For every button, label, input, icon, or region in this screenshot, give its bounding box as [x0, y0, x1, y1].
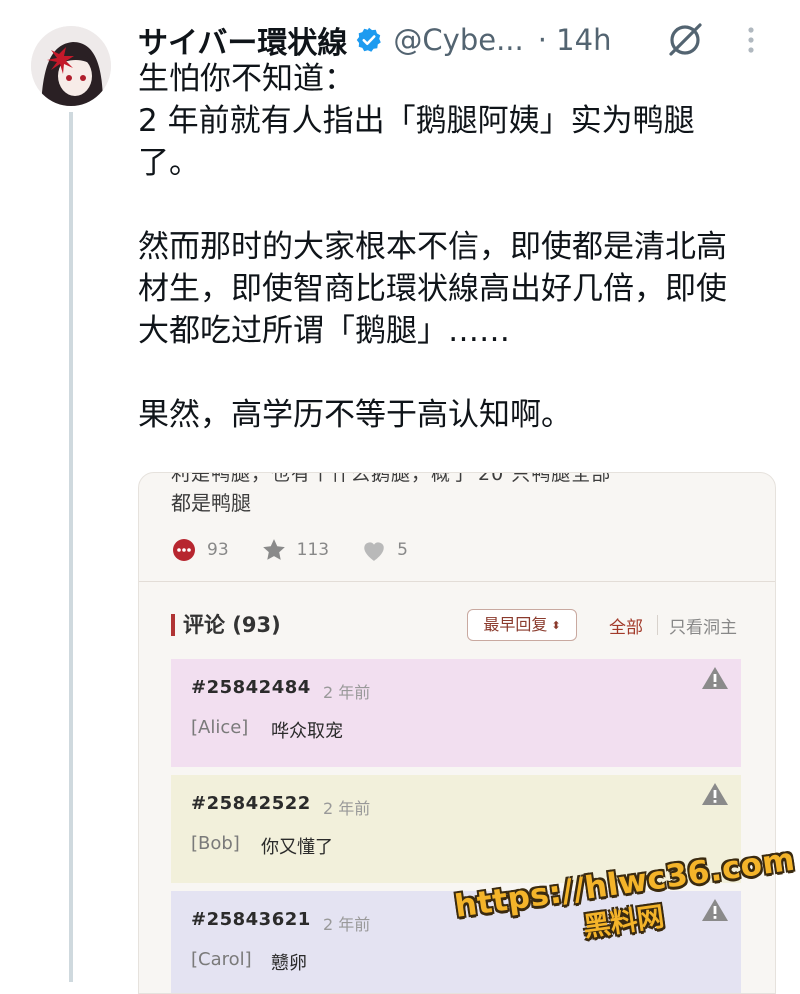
tweet-line-gap — [138, 352, 778, 394]
avatar[interactable] — [31, 26, 111, 106]
post-stats: 93 113 5 — [171, 537, 440, 563]
tweet-text: 生怕你不知道： 2 年前就有人指出「鹅腿阿姨」实为鸭腿 了。 然而那时的大家根本… — [138, 58, 778, 436]
comment-item[interactable]: #25842484 2 年前 [Alice] 哗众取宠 — [171, 659, 741, 767]
tweet-line: 2 年前就有人指出「鹅腿阿姨」实为鸭腿 — [138, 103, 695, 139]
comment-user: [Carol] — [191, 949, 252, 970]
tweet-line: 材生，即使智商比環状線高出好几倍，即使 — [138, 271, 727, 307]
report-warning-icon[interactable] — [701, 665, 729, 691]
sort-arrows-icon: ⬍ — [551, 618, 561, 632]
display-name[interactable]: サイバー環状線 — [138, 18, 347, 62]
tweet-line: 果然，高学历不等于高认知啊。 — [138, 397, 572, 433]
report-warning-icon[interactable] — [701, 781, 729, 807]
accent-bar — [171, 614, 175, 636]
divider — [139, 581, 775, 582]
tab-op-only[interactable]: 只看洞主 — [669, 613, 737, 638]
comments-title: 评论 (93) — [183, 613, 281, 637]
comment-time: 2 年前 — [323, 915, 371, 934]
comment-text: 你又懂了 — [261, 837, 333, 858]
comments-header: 评论 (93) 最早回复 ⬍ 全部 只看洞主 — [171, 609, 747, 643]
comment-user: [Bob] — [191, 833, 240, 854]
comment-text: 哗众取宠 — [271, 721, 343, 742]
tweet-line-gap — [138, 184, 778, 226]
grok-icon[interactable] — [665, 20, 705, 60]
sort-dropdown[interactable]: 最早回复 ⬍ — [467, 609, 577, 641]
like-count-value: 5 — [397, 540, 408, 560]
sort-label: 最早回复 — [483, 615, 548, 634]
comment-count[interactable]: 93 — [171, 537, 229, 563]
comment-bubble-icon — [173, 539, 195, 561]
comment-text: 戆卵 — [271, 953, 307, 974]
thread-line — [69, 112, 73, 982]
tab-separator — [657, 615, 658, 635]
more-options-icon[interactable] — [746, 26, 756, 54]
tab-all[interactable]: 全部 — [609, 613, 643, 638]
tweet-line: 生怕你不知道： — [138, 61, 355, 97]
handle[interactable]: @Cybe... — [393, 23, 523, 57]
verified-badge-icon — [357, 27, 382, 52]
comment-time: 2 年前 — [323, 799, 371, 818]
star-count-value: 113 — [296, 540, 330, 560]
star-icon — [262, 539, 285, 560]
comment-id: #25843621 — [191, 909, 311, 930]
comment-id: #25842484 — [191, 677, 311, 698]
timestamp[interactable]: · 14h — [538, 23, 612, 57]
cut-off-text: 利是鸭腿，也有个什么鹅腿，概了 20 只鸭腿全部 — [171, 472, 612, 485]
tweet-line: 然而那时的大家根本不信，即使都是清北高 — [138, 229, 727, 265]
comment-id: #25842522 — [191, 793, 311, 814]
like-count[interactable]: 5 — [361, 538, 408, 562]
comment-user: [Alice] — [191, 717, 249, 738]
star-count[interactable]: 113 — [261, 537, 329, 563]
heart-icon — [364, 542, 384, 561]
comment-time: 2 年前 — [323, 683, 371, 702]
tweet-header: サイバー環状線 @Cybe... · 14h — [138, 18, 778, 62]
post-body-text: 都是鸭腿 — [171, 491, 251, 515]
tweet-line: 大都吃过所谓「鹅腿」…… — [138, 313, 510, 349]
comment-count-value: 93 — [207, 540, 229, 560]
tweet-line: 了。 — [138, 145, 200, 181]
